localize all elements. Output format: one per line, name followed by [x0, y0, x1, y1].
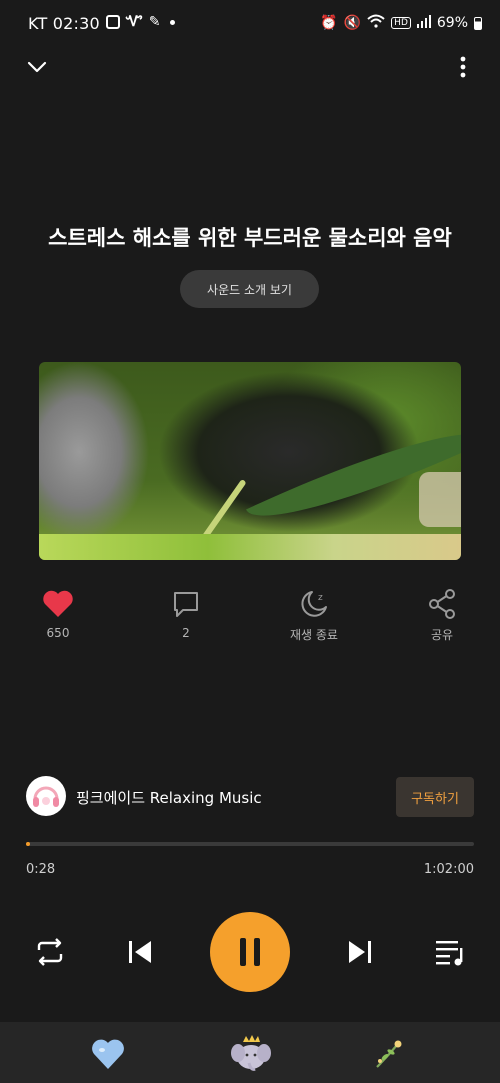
collapse-button[interactable]	[22, 52, 52, 82]
battery-level: 69%	[436, 15, 468, 31]
more-vertical-icon	[460, 56, 466, 78]
alarm-icon: ⏰	[320, 15, 338, 31]
subscribe-button[interactable]: 구독하기	[396, 777, 474, 817]
status-bar: KT 02:30 Ꮙ ✎ ⏰ 🔇 HD 69%	[0, 0, 500, 48]
next-button[interactable]	[340, 932, 380, 972]
battery-icon	[474, 16, 482, 30]
sleep-timer-button[interactable]: z 재생 종료	[274, 586, 354, 643]
sound-intro-button[interactable]: 사운드 소개 보기	[180, 270, 319, 308]
chevron-down-icon	[27, 61, 47, 73]
total-time: 1:02:00	[423, 862, 474, 877]
comment-icon	[174, 592, 198, 617]
skip-next-icon	[349, 941, 371, 963]
sleep-timer-label: 재생 종료	[290, 628, 338, 642]
pause-icon	[240, 938, 260, 966]
thumbnail-rock	[419, 472, 461, 527]
playlist-button[interactable]	[430, 932, 470, 972]
like-count: 650	[46, 626, 70, 640]
share-icon	[429, 589, 455, 619]
nav-tab-flower[interactable]	[368, 1034, 408, 1074]
comment-button[interactable]: 2	[146, 586, 226, 640]
gallery-icon	[106, 15, 120, 29]
wifi-icon	[367, 14, 385, 32]
moon-icon: z	[301, 591, 327, 617]
status-system-icons: ⏰ 🔇 HD 69%	[320, 14, 482, 32]
share-label: 공유	[430, 628, 454, 642]
track-thumbnail	[39, 362, 461, 560]
repeat-icon	[37, 938, 63, 966]
status-notification-icons: Ꮙ ✎	[106, 14, 176, 30]
like-button[interactable]: 650	[18, 586, 98, 640]
elephant-icon	[231, 1035, 271, 1071]
nav-tab-elephant[interactable]	[226, 1030, 276, 1076]
previous-button[interactable]	[120, 932, 160, 972]
track-title: 스트레스 해소를 위한 부드러운 물소리와 음악	[48, 226, 452, 250]
skip-previous-icon	[129, 941, 151, 963]
app-notification-icon: Ꮙ	[126, 14, 143, 30]
pause-button[interactable]	[210, 912, 290, 992]
mute-icon: 🔇	[343, 15, 362, 31]
feather-icon: ✎	[148, 14, 161, 30]
heart-icon	[43, 590, 73, 617]
flower-icon	[376, 1040, 402, 1068]
player-top-bar	[0, 48, 500, 88]
repeat-button[interactable]	[30, 932, 70, 972]
playlist-icon	[436, 941, 463, 966]
bottom-navigation	[0, 1022, 500, 1083]
headphones-icon	[33, 786, 59, 807]
progress-bar[interactable]	[26, 842, 474, 846]
current-time: 0:28	[26, 862, 56, 877]
channel-name[interactable]: 핑크에이드 Relaxing Music	[76, 787, 262, 808]
nav-tab-heart[interactable]	[86, 1034, 130, 1074]
signal-icon	[416, 14, 431, 32]
comment-count: 2	[182, 626, 190, 640]
svg-text:z: z	[318, 593, 323, 603]
progress-fill	[26, 842, 31, 846]
hd-icon: HD	[391, 17, 411, 29]
heart-balloon-icon	[92, 1039, 124, 1069]
share-button[interactable]: 공유	[402, 586, 482, 643]
status-carrier-time: KT 02:30	[28, 14, 100, 33]
thumbnail-ground	[39, 534, 461, 560]
channel-avatar[interactable]	[26, 776, 66, 816]
more-notifications-icon	[170, 19, 176, 25]
more-options-button[interactable]	[448, 52, 478, 82]
